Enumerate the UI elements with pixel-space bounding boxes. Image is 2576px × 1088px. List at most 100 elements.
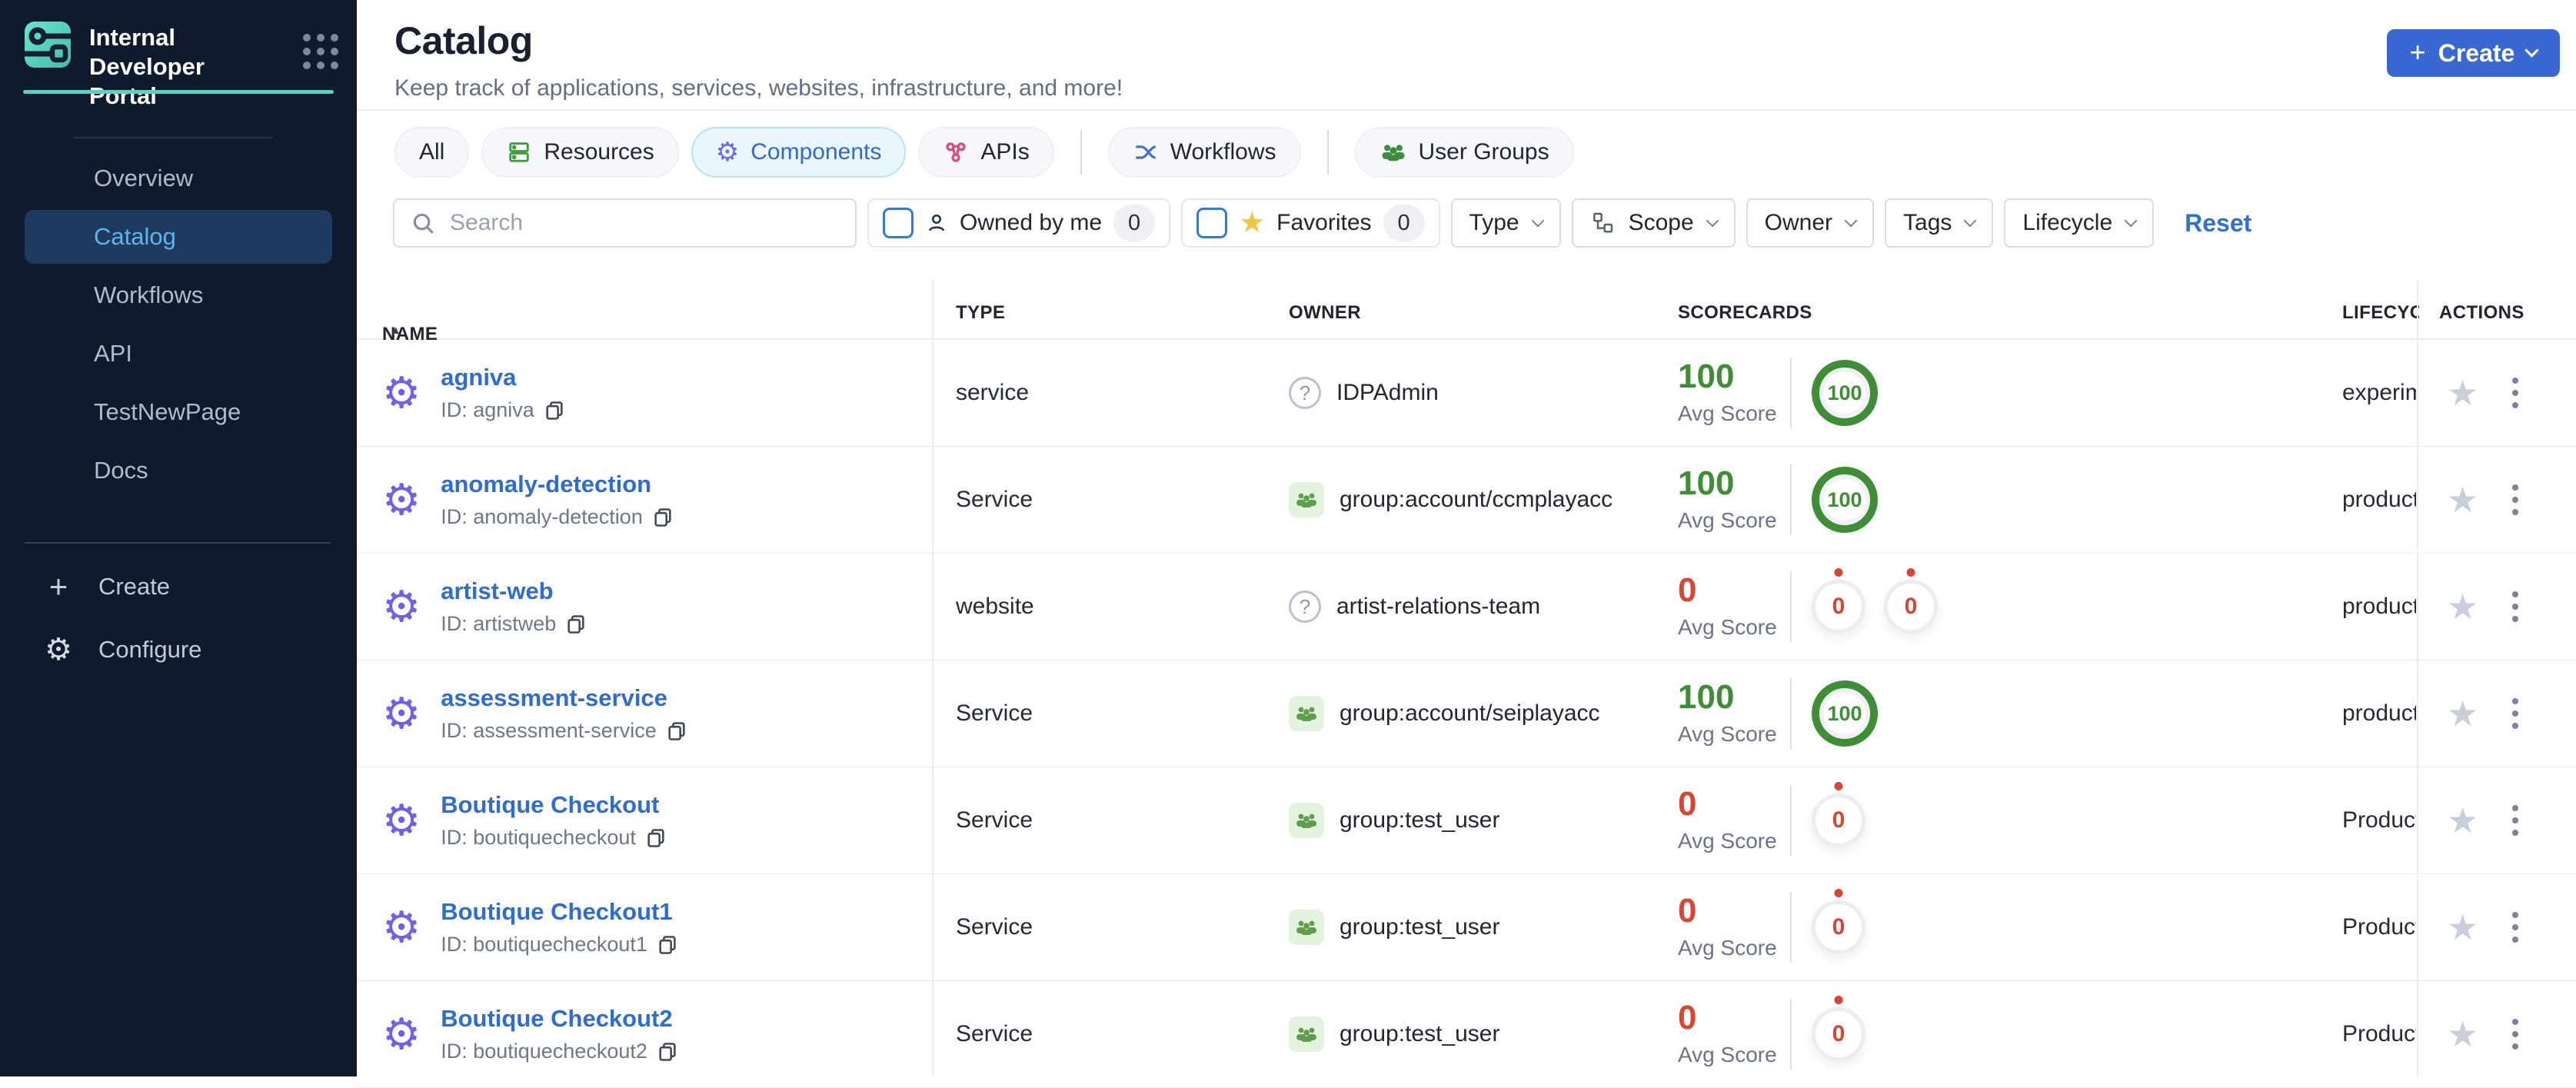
type-cell: Service	[956, 767, 1263, 873]
row-menu-icon[interactable]	[2508, 800, 2523, 840]
lifecycle-dropdown[interactable]: Lifecycle	[2004, 198, 2154, 248]
sidebar-item-testnewpage[interactable]: TestNewPage	[0, 383, 357, 441]
avg-score-value: 100	[1678, 680, 1787, 714]
sidebar-item-workflows[interactable]: Workflows	[0, 266, 357, 324]
favorite-star-icon[interactable]: ★	[2447, 589, 2478, 624]
score-ring[interactable]: 0	[1812, 580, 1865, 634]
group-owner-icon	[1289, 1016, 1324, 1052]
score-ring[interactable]: 100	[1812, 680, 1878, 747]
row-menu-icon[interactable]	[2508, 694, 2523, 734]
tags-dropdown[interactable]: Tags	[1885, 198, 1993, 248]
score-ring[interactable]: 100	[1812, 360, 1878, 426]
search-input[interactable]	[448, 209, 840, 237]
tab-components[interactable]: ⚙ Components	[691, 127, 907, 178]
entity-name-link[interactable]: Boutique Checkout2	[441, 1005, 678, 1033]
favorite-star-icon[interactable]: ★	[2447, 375, 2478, 411]
page-title: Catalog	[394, 18, 1123, 63]
copy-icon[interactable]	[645, 827, 667, 849]
table-row: ⚙ agniva ID: agniva service ?	[357, 340, 2576, 447]
tab-apis[interactable]: APIs	[918, 127, 1053, 178]
favorites-filter[interactable]: ★ Favorites 0	[1181, 198, 1439, 248]
entity-id-text: ID: boutiquecheckout2	[441, 1040, 647, 1063]
scorecard-rings: 0	[1812, 1007, 1865, 1061]
app-logo-icon	[23, 20, 72, 69]
copy-icon[interactable]	[565, 614, 587, 635]
owned-by-me-checkbox[interactable]	[883, 208, 914, 238]
score-ring[interactable]: 100	[1812, 467, 1878, 533]
sidebar-footer-divider	[25, 542, 331, 544]
entity-id: ID: anomaly-detection	[441, 505, 674, 529]
owner-dropdown[interactable]: Owner	[1746, 198, 1874, 248]
avg-score-value: 0	[1678, 894, 1787, 928]
sidebar-item-catalog[interactable]: Catalog	[25, 210, 332, 264]
type-dropdown[interactable]: Type	[1451, 198, 1561, 248]
owner-label: IDPAdmin	[1336, 380, 1439, 406]
user-groups-icon	[1380, 141, 1407, 163]
column-header-actions: ACTIONS	[2439, 302, 2524, 324]
sidebar-create-button[interactable]: + Create	[0, 555, 357, 618]
score-ring[interactable]: 0	[1812, 900, 1865, 954]
sidebar-item-docs[interactable]: Docs	[0, 441, 357, 500]
sidebar-configure-button[interactable]: ⚙ Configure	[0, 618, 357, 681]
owner-label: group:test_user	[1340, 1021, 1499, 1047]
sidebar-item-overview[interactable]: Overview	[0, 149, 357, 208]
favorite-star-icon[interactable]: ★	[2447, 910, 2478, 945]
favorite-star-icon[interactable]: ★	[2447, 482, 2478, 517]
entity-name-link[interactable]: assessment-service	[441, 684, 687, 712]
search-box[interactable]	[393, 198, 857, 248]
tab-resources[interactable]: Resources	[481, 127, 678, 178]
row-menu-icon[interactable]	[2508, 587, 2523, 627]
row-menu-icon[interactable]	[2508, 373, 2523, 413]
entity-name-link[interactable]: Boutique Checkout1	[441, 898, 678, 926]
apps-grid-icon[interactable]	[303, 34, 338, 69]
entity-name-link[interactable]: artist-web	[441, 577, 587, 605]
score-ring[interactable]: 0	[1884, 580, 1938, 634]
favorites-checkbox[interactable]	[1196, 208, 1227, 238]
owner-label: group:account/seiplayacc	[1340, 700, 1600, 727]
plus-icon: +	[2410, 36, 2426, 68]
entity-name-link[interactable]: anomaly-detection	[441, 471, 674, 498]
resources-icon	[506, 139, 532, 165]
copy-icon[interactable]	[657, 934, 678, 956]
tab-all[interactable]: All	[394, 127, 469, 178]
owned-by-me-filter[interactable]: Owned by me 0	[867, 198, 1170, 248]
avg-score-value: 100	[1678, 467, 1787, 501]
favorite-star-icon[interactable]: ★	[2447, 1016, 2478, 1052]
sidebar-item-api[interactable]: API	[0, 324, 357, 383]
entity-id-text: ID: artistweb	[441, 612, 556, 636]
component-gear-icon: ⚙	[382, 692, 421, 735]
scorecards-cell: 100 Avg Score 100	[1678, 340, 2108, 446]
filters-row: Owned by me 0 ★ Favorites 0 Type Scope O…	[393, 192, 2252, 254]
copy-icon[interactable]	[666, 720, 687, 742]
entity-name-link[interactable]: Boutique Checkout	[441, 791, 667, 819]
score-ring[interactable]: 0	[1812, 1007, 1865, 1061]
table-header: NAME▲ TYPE OWNER SCORECARDS LIFECYCLE AC…	[357, 281, 2576, 340]
app-title: Internal Developer Portal	[89, 23, 272, 110]
actions-cell: ★	[2447, 340, 2523, 446]
favorite-star-icon[interactable]: ★	[2447, 696, 2478, 731]
copy-icon[interactable]	[652, 507, 674, 528]
entity-id: ID: agniva	[441, 398, 565, 422]
component-gear-icon: ⚙	[382, 585, 421, 628]
copy-icon[interactable]	[657, 1041, 678, 1063]
actions-cell: ★	[2447, 554, 2523, 660]
score-ring[interactable]: 0	[1812, 794, 1865, 847]
chevron-down-icon	[2525, 43, 2539, 57]
row-menu-icon[interactable]	[2508, 480, 2523, 520]
avg-score-label: Avg Score	[1678, 1043, 1787, 1067]
row-menu-icon[interactable]	[2508, 1014, 2523, 1054]
tab-workflows[interactable]: Workflows	[1108, 127, 1301, 178]
create-button[interactable]: + Create	[2387, 29, 2560, 77]
scorecards-cell: 100 Avg Score 100	[1678, 447, 2108, 553]
copy-icon[interactable]	[544, 400, 565, 421]
reset-filters-link[interactable]: Reset	[2185, 209, 2252, 238]
entity-name-link[interactable]: agniva	[441, 364, 565, 391]
scope-dropdown[interactable]: Scope	[1572, 198, 1736, 248]
tab-group-divider	[1080, 130, 1082, 175]
avg-score-label: Avg Score	[1678, 722, 1787, 747]
favorite-star-icon[interactable]: ★	[2447, 803, 2478, 838]
tab-user-groups[interactable]: User Groups	[1355, 127, 1574, 178]
row-menu-icon[interactable]	[2508, 907, 2523, 947]
actions-cell: ★	[2447, 874, 2523, 980]
chevron-down-icon	[1845, 214, 1858, 227]
